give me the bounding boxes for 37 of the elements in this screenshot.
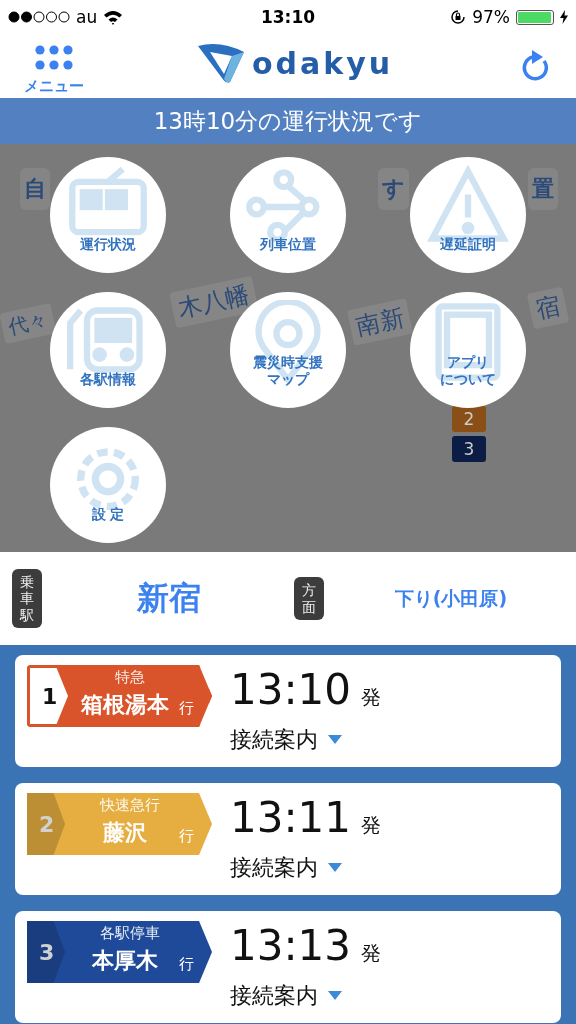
wifi-icon <box>103 9 124 25</box>
logo-icon <box>196 42 246 84</box>
menu-button[interactable]: メニュー <box>24 36 84 96</box>
menu-dots-icon <box>34 44 74 71</box>
map-label: 置 <box>528 168 558 210</box>
train-badge: 1 特急 箱根湯本 行 <box>27 665 212 727</box>
map-label: 自 <box>20 168 50 210</box>
departure-time: 13:10 <box>230 665 352 714</box>
battery-icon <box>516 9 554 25</box>
departure-label: 発 <box>361 812 382 839</box>
connection-dropdown[interactable]: 接続案内 <box>230 723 342 757</box>
departure-time: 13:13 <box>230 921 352 970</box>
map-label: 2 <box>452 406 486 432</box>
logo-text: odakyu <box>252 45 394 81</box>
clock-time: 13:10 <box>260 7 316 27</box>
caret-icon <box>328 735 342 745</box>
station-selector[interactable]: 新宿 <box>137 576 201 621</box>
map-label: 3 <box>452 436 486 462</box>
caret-icon <box>328 863 342 873</box>
train-badge: 2 快速急行 藤沢 行 <box>27 793 212 855</box>
status-banner: 13時10分の運行状況です <box>0 98 576 144</box>
departure-label: 発 <box>361 940 382 967</box>
departure-time: 13:11 <box>230 793 352 842</box>
map-label: す <box>378 168 409 210</box>
signal-icon <box>8 11 70 23</box>
connection-dropdown[interactable]: 接続案内 <box>230 851 342 885</box>
connection-dropdown[interactable]: 接続案内 <box>230 979 342 1013</box>
boarding-station-label: 乗車駅 <box>12 569 42 628</box>
caret-icon <box>328 991 342 1001</box>
train-badge: 3 各駅停車 本厚木 行 <box>27 921 212 983</box>
direction-selector[interactable]: 下り(小田原) <box>394 585 508 612</box>
battery-percent: 97% <box>472 7 510 27</box>
carrier-name: au <box>76 7 98 27</box>
charging-bolt-icon <box>560 10 568 24</box>
departure-label: 発 <box>361 684 382 711</box>
rotation-lock-icon <box>450 9 467 25</box>
direction-label: 方面 <box>294 577 324 620</box>
